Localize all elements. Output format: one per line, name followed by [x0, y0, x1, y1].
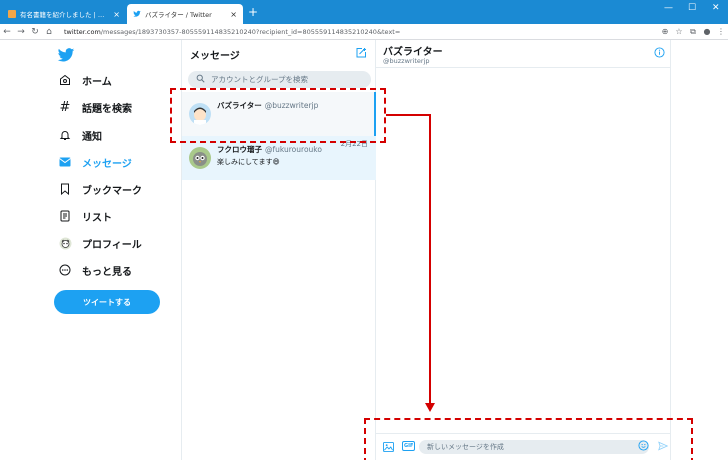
profile-avatar-icon: [58, 236, 72, 250]
sidebar-item-lists[interactable]: リスト: [58, 206, 112, 226]
chat-recipient-name: バズライター: [383, 47, 443, 58]
new-tab-button[interactable]: +: [248, 5, 258, 19]
annotation-arrow-head: [425, 403, 435, 412]
browser-tab-twitter[interactable]: バズライター / Twitter ×: [127, 4, 243, 24]
location-icon[interactable]: ⊕: [658, 27, 672, 36]
home-icon: [58, 73, 72, 87]
tab-title: バズライター / Twitter: [145, 11, 212, 19]
avatar: [189, 147, 211, 169]
bell-icon: [58, 128, 72, 142]
twitter-logo-icon[interactable]: [57, 48, 75, 66]
close-tab-icon[interactable]: ×: [113, 10, 120, 19]
url-field[interactable]: twitter.com/messages/1893730357-80555911…: [64, 28, 658, 36]
url-path: /messages/1893730357-805559114835210240?…: [100, 27, 401, 36]
conversation-name: フクロウ瑠子: [217, 145, 262, 154]
highlight-box-composer: [364, 418, 693, 460]
chat-recipient-handle: @buzzwriterjp: [383, 57, 430, 65]
sidebar-item-explore[interactable]: # 話題を検索: [58, 97, 132, 117]
extension-icon[interactable]: ⧉: [686, 27, 700, 37]
reload-icon[interactable]: ↻: [28, 27, 42, 37]
chat-header-divider: [376, 67, 671, 68]
conversation-handle: @fukurourouko: [265, 145, 322, 154]
annotation-arrow-line: [386, 114, 431, 116]
hashtag-icon: #: [59, 99, 71, 115]
url-host: twitter.com: [64, 27, 101, 36]
minimize-icon[interactable]: —: [664, 3, 673, 13]
sidebar-item-bookmarks[interactable]: ブックマーク: [58, 179, 142, 199]
close-tab-icon[interactable]: ×: [230, 10, 237, 19]
sidebar-item-label: もっと見る: [82, 266, 132, 278]
more-icon: [58, 263, 72, 277]
messages-title: メッセージ: [190, 51, 240, 62]
forward-icon[interactable]: →: [14, 27, 28, 37]
address-bar: ← → ↻ ⌂ twitter.com/messages/1893730357-…: [0, 24, 728, 40]
twitter-favicon-icon: [133, 10, 141, 18]
maximize-icon[interactable]: ☐: [688, 3, 696, 13]
highlight-box-conversation: [170, 88, 386, 143]
search-input[interactable]: アカウントとグループを検索: [188, 71, 371, 88]
sidebar-item-label: 話題を検索: [82, 103, 132, 115]
envelope-icon: [58, 155, 72, 169]
sidebar-item-label: メッセージ: [82, 158, 132, 170]
search-placeholder: アカウントとグループを検索: [211, 75, 309, 84]
window-close-icon[interactable]: ✕: [712, 3, 720, 13]
browser-tab-blog[interactable]: 有名書籍を紹介しました | バズブログ ×: [2, 4, 126, 24]
blog-favicon-icon: [8, 10, 16, 18]
sidebar-item-label: プロフィール: [82, 239, 142, 251]
page-right-margin: [671, 40, 728, 460]
list-icon: [58, 209, 72, 223]
sidebar-item-profile[interactable]: プロフィール: [58, 233, 142, 253]
info-icon[interactable]: [654, 47, 665, 61]
sidebar-item-label: 通知: [82, 131, 102, 143]
sidebar-item-label: リスト: [82, 212, 112, 224]
star-icon[interactable]: ☆: [672, 27, 686, 36]
home-page-icon[interactable]: ⌂: [42, 27, 56, 37]
browser-titlebar: 有名書籍を紹介しました | バズブログ × バズライター / Twitter ×…: [0, 0, 728, 24]
new-message-icon[interactable]: [355, 47, 367, 62]
bookmark-icon: [58, 182, 72, 196]
tab-title: 有名書籍を紹介しました | バズブログ: [20, 11, 109, 19]
sidebar-item-notifications[interactable]: 通知: [58, 125, 102, 145]
account-icon[interactable]: ●: [700, 27, 714, 36]
menu-icon[interactable]: ⋮: [714, 27, 728, 36]
sidebar-item-home[interactable]: ホーム: [58, 70, 112, 90]
sidebar-item-label: ブックマーク: [82, 185, 142, 197]
sidebar: ホーム # 話題を検索 通知 メッセージ ブックマーク リスト プロフィール も…: [0, 40, 181, 460]
conversation-preview: 楽しみにしてます😄: [217, 158, 280, 166]
sidebar-item-label: ホーム: [82, 76, 112, 88]
chat-column: バズライター @buzzwriterjp GIF: [376, 40, 671, 460]
annotation-arrow-line: [429, 114, 431, 404]
tweet-button[interactable]: ツイートする: [54, 290, 160, 314]
sidebar-item-more[interactable]: もっと見る: [58, 260, 132, 280]
back-icon[interactable]: ←: [0, 27, 14, 37]
search-icon: [196, 74, 205, 85]
sidebar-item-messages[interactable]: メッセージ: [58, 152, 132, 172]
